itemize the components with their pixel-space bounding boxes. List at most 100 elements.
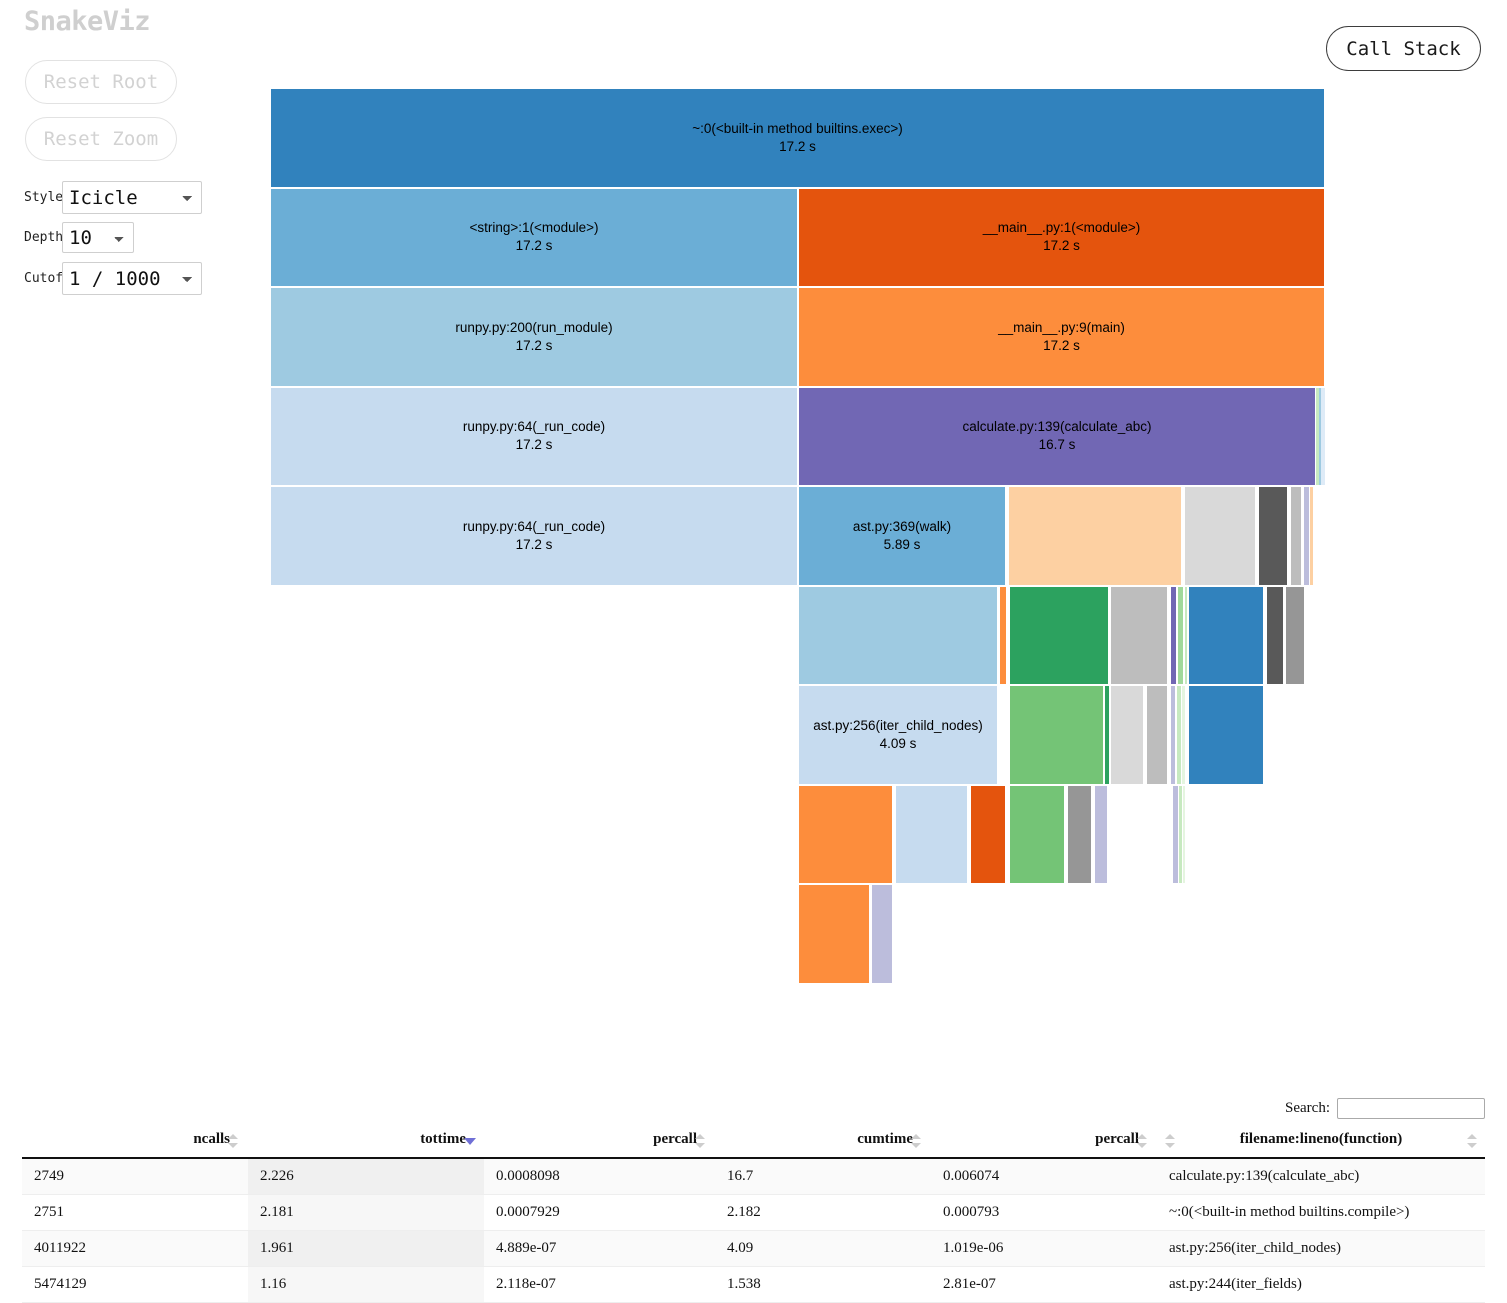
column-label-percall1: percall: [653, 1131, 697, 1147]
icicle-cell-r7-c4[interactable]: [1067, 784, 1092, 884]
icicle-cell-r6-c4[interactable]: [1146, 685, 1168, 785]
icicle-cell-name: __main__.py:1(<module>): [982, 220, 1141, 236]
depth-select[interactable]: 10: [62, 222, 134, 253]
table-row[interactable]: 2751 2.181 0.0007929 2.182 0.000793 ~:0(<buil…: [22, 1194, 1485, 1231]
icicle-cell-name: ~:0(<built-in method builtins.exec>): [692, 120, 903, 136]
icicle-cell-name: __main__.py:9(main): [998, 319, 1125, 335]
sort-indicator-percall1[interactable]: [695, 1133, 705, 1148]
icicle-cell-runpy-py-64-run-code[interactable]: runpy.py:64(_run_code) 17.2 s: [270, 386, 798, 486]
icicle-cell-r7-c7[interactable]: [1179, 784, 1182, 884]
search-input[interactable]: [1337, 1098, 1485, 1119]
icicle-cell-r7-c0[interactable]: [798, 784, 893, 884]
sort-indicator-percall2[interactable]: [1137, 1133, 1147, 1148]
icicle-cell-r4-c4[interactable]: [1258, 486, 1288, 586]
style-label: Style:: [24, 190, 71, 205]
icicle-cell-r6-c5[interactable]: [1170, 685, 1176, 785]
icicle-cell-r8-c0[interactable]: [798, 884, 870, 984]
cell-ncalls: 4011922: [22, 1230, 248, 1267]
sort-indicator-filename-left[interactable]: [1165, 1133, 1175, 1148]
column-header-percall-cumtime[interactable]: percall: [931, 1124, 1157, 1159]
sort-indicator-tottime-desc[interactable]: [464, 1134, 476, 1148]
icicle-cell-r6-c7[interactable]: [1182, 685, 1185, 785]
icicle-cell-string-1-module[interactable]: <string>:1(<module>) 17.2 s: [270, 187, 798, 287]
icicle-cell-r4-c7[interactable]: [1310, 486, 1313, 586]
reset-zoom-button[interactable]: Reset Zoom: [25, 117, 177, 161]
stats-table-body: 2749 2.226 0.0008098 16.7 0.006074 calculate.…: [22, 1158, 1485, 1303]
icicle-cell-time: 17.2 s: [515, 437, 553, 453]
icicle-cell-r5-c5[interactable]: [1178, 585, 1183, 685]
icicle-cell-main-py-9-main[interactable]: __main__.py:9(main) 17.2 s: [798, 287, 1325, 387]
stats-table: ncalls tottime percall cumtime percall f…: [22, 1124, 1485, 1303]
depth-label: Depth:: [24, 230, 71, 245]
icicle-cell-calculate-py-139-calculate-abc[interactable]: calculate.py:139(calculate_abc) 16.7 s: [798, 386, 1316, 486]
cutoff-control-row: Cutoff: 1 / 1000: [0, 262, 202, 295]
icicle-cell-ast-py-369-walk[interactable]: ast.py:369(walk) 5.89 s: [798, 486, 1006, 586]
icicle-cell-name: <string>:1(<module>): [469, 220, 599, 236]
style-control-row: Style: Icicle: [0, 181, 202, 214]
cell-ncalls: 5474129: [22, 1266, 248, 1303]
reset-root-button[interactable]: Reset Root: [25, 60, 177, 104]
icicle-cell-r4-c5[interactable]: [1290, 486, 1302, 586]
icicle-cell-r7-c3[interactable]: [1009, 784, 1065, 884]
icicle-cell-r7-c1[interactable]: [895, 784, 968, 884]
column-header-filename[interactable]: filename:lineno(function): [1157, 1124, 1485, 1159]
icicle-cell-time: 17.2 s: [515, 238, 553, 254]
icicle-cell-r4-c2[interactable]: [1008, 486, 1182, 586]
table-row[interactable]: 4011922 1.961 4.889e-07 4.09 1.019e-06 ast.py…: [22, 1230, 1485, 1267]
cell-tottime: 2.226: [248, 1158, 484, 1195]
icicle-cell-r5-c3[interactable]: [1110, 585, 1168, 685]
icicle-cell-r7-c6[interactable]: [1173, 784, 1178, 884]
icicle-cell-r5-c0[interactable]: [798, 585, 998, 685]
column-header-ncalls[interactable]: ncalls: [22, 1124, 248, 1159]
icicle-chart[interactable]: ~:0(<built-in method builtins.exec>) 17.2…: [270, 88, 1325, 984]
icicle-cell-ast-py-256-iter-child-nodes[interactable]: ast.py:256(iter_child_nodes) 4.09 s: [798, 685, 998, 785]
icicle-cell-r6-c3[interactable]: [1110, 685, 1144, 785]
cell-ncalls: 2749: [22, 1158, 248, 1195]
cell-filename: ast.py:256(iter_child_nodes): [1157, 1230, 1485, 1267]
cell-percall1: 4.889e-07: [484, 1230, 715, 1267]
call-stack-button[interactable]: Call Stack: [1326, 26, 1481, 71]
icicle-cell-time: 16.7 s: [1038, 437, 1076, 453]
column-header-tottime[interactable]: tottime: [248, 1124, 484, 1159]
icicle-cell-r7-c8[interactable]: [1183, 784, 1185, 884]
icicle-cell-time: 17.2 s: [1043, 238, 1080, 254]
cell-ncalls: 2751: [22, 1194, 248, 1231]
icicle-cell-r5-c4[interactable]: [1170, 585, 1177, 685]
cell-filename: ~:0(<built-in method builtins.compile>): [1157, 1194, 1485, 1231]
icicle-cell-runpy-py-64-run-code[interactable]: runpy.py:64(_run_code) 17.2 s: [270, 486, 798, 586]
icicle-cell-r5-c1[interactable]: [999, 585, 1007, 685]
icicle-cell-r7-c5[interactable]: [1094, 784, 1108, 884]
cutoff-select[interactable]: 1 / 1000: [62, 262, 202, 295]
icicle-cell-r6-c2[interactable]: [1105, 685, 1109, 785]
icicle-cell-r3-c4[interactable]: [1321, 386, 1325, 486]
icicle-cell-r5-c9[interactable]: [1285, 585, 1305, 685]
column-header-percall-tottime[interactable]: percall: [484, 1124, 715, 1159]
sort-indicator-ncalls[interactable]: [228, 1133, 238, 1148]
icicle-cell-main-py-1-module[interactable]: __main__.py:1(<module>) 17.2 s: [798, 187, 1325, 287]
icicle-cell-time: 4.09 s: [879, 735, 917, 751]
icicle-cell-r5-c2[interactable]: [1009, 585, 1109, 685]
icicle-cell-r6-c1[interactable]: [1009, 685, 1104, 785]
style-select[interactable]: Icicle: [62, 181, 202, 214]
column-header-cumtime[interactable]: cumtime: [715, 1124, 931, 1159]
table-row[interactable]: 2749 2.226 0.0008098 16.7 0.006074 calculate.…: [22, 1158, 1485, 1195]
icicle-cell-r7-c2[interactable]: [970, 784, 1006, 884]
icicle-cell-runpy-py-200-run-module[interactable]: runpy.py:200(run_module) 17.2 s: [270, 287, 798, 387]
icicle-cell-r8-c1[interactable]: [871, 884, 893, 984]
icicle-cell-r6-c6[interactable]: [1177, 685, 1181, 785]
table-row[interactable]: 5474129 1.16 2.118e-07 1.538 2.81e-07 ast.py:…: [22, 1266, 1485, 1303]
icicle-cell-r6-c8[interactable]: [1188, 685, 1264, 785]
icicle-cell-r5-c7[interactable]: [1188, 585, 1264, 685]
icicle-cell-r4-c6[interactable]: [1304, 486, 1309, 586]
icicle-cell-0-built-in-method-builtins-exec[interactable]: ~:0(<built-in method builtins.exec>) 17.2…: [270, 88, 1325, 188]
sort-indicator-filename-right[interactable]: [1467, 1133, 1477, 1148]
icicle-cell-r5-c6[interactable]: [1185, 585, 1187, 685]
icicle-cell-time: 17.2 s: [1043, 337, 1080, 353]
cell-cumtime: 2.182: [715, 1194, 931, 1231]
cell-tottime: 1.961: [248, 1230, 484, 1267]
icicle-cell-r5-c8[interactable]: [1266, 585, 1284, 685]
icicle-cell-r4-c3[interactable]: [1184, 486, 1256, 586]
icicle-cell-name: runpy.py:64(_run_code): [462, 419, 606, 435]
icicle-cell-time: 17.2 s: [515, 337, 553, 353]
sort-indicator-cumtime[interactable]: [911, 1133, 921, 1148]
